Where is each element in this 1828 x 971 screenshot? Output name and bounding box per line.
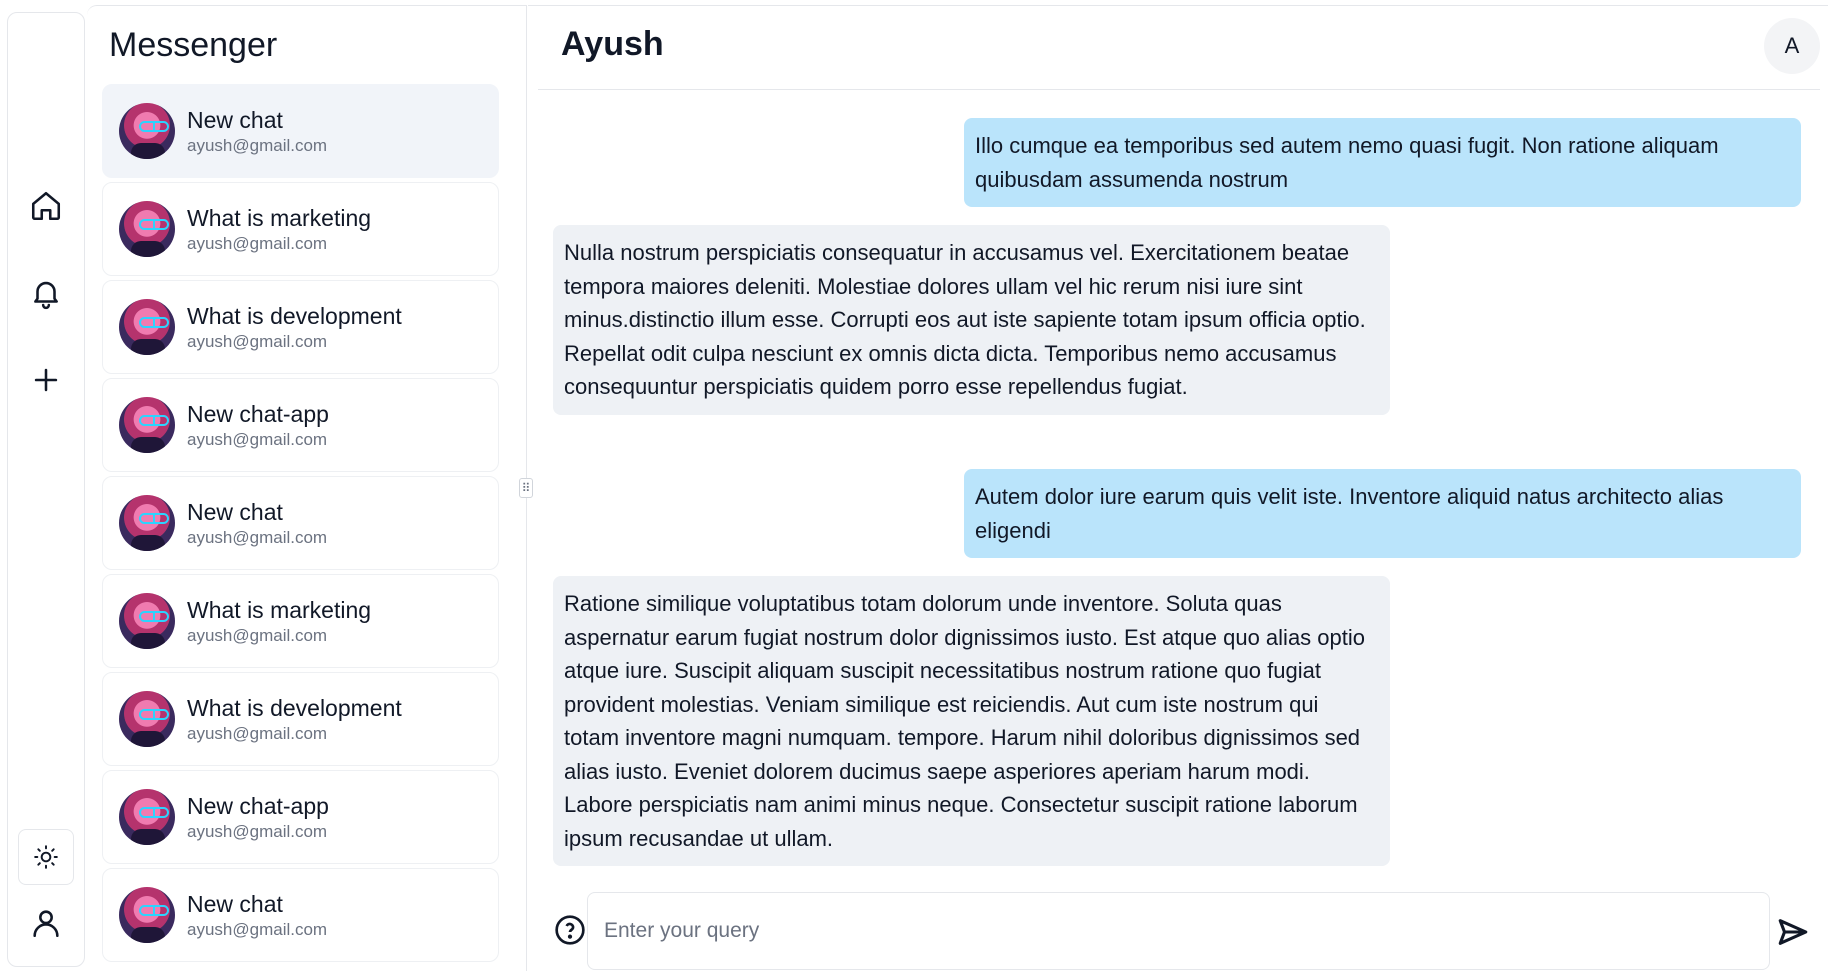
user-message: Illo cumque ea temporibus sed autem nemo… xyxy=(964,118,1801,207)
send-button[interactable] xyxy=(1773,912,1813,952)
home-button[interactable] xyxy=(21,181,71,231)
icon-rail xyxy=(7,12,85,967)
chat-email: ayush@gmail.com xyxy=(187,234,328,253)
query-input[interactable] xyxy=(587,892,1770,970)
chat-title: New chat xyxy=(187,891,283,917)
new-chat-button[interactable] xyxy=(21,355,71,405)
home-icon xyxy=(31,191,61,221)
avatar xyxy=(119,299,175,355)
chat-title: New chat-app xyxy=(187,793,329,819)
chat-email: ayush@gmail.com xyxy=(187,626,328,645)
avatar xyxy=(119,593,175,649)
chat-list-item[interactable]: New chat ayush@gmail.com xyxy=(102,476,499,570)
chat-email: ayush@gmail.com xyxy=(187,136,328,155)
chat-panel: Ayush A Illo cumque ea temporibus sed au… xyxy=(528,5,1828,971)
profile-button[interactable] xyxy=(21,898,71,948)
notifications-button[interactable] xyxy=(21,268,71,318)
avatar xyxy=(119,103,175,159)
chat-sidebar: Messenger New chat ayush@gmail.com What … xyxy=(87,5,527,971)
sidebar-title: Messenger xyxy=(109,26,278,64)
chat-list-item[interactable]: What is development ayush@gmail.com xyxy=(102,280,499,374)
chat-list-item[interactable]: What is marketing ayush@gmail.com xyxy=(102,182,499,276)
chat-list-item[interactable]: New chat-app ayush@gmail.com xyxy=(102,378,499,472)
user-icon xyxy=(33,910,59,938)
avatar xyxy=(119,691,175,747)
avatar xyxy=(119,201,175,257)
avatar xyxy=(119,495,175,551)
chat-list-item[interactable]: What is marketing ayush@gmail.com xyxy=(102,574,499,668)
chat-partner-name: Ayush xyxy=(561,25,664,63)
chat-email: ayush@gmail.com xyxy=(187,332,328,351)
avatar xyxy=(119,789,175,845)
chat-list-item[interactable]: What is development ayush@gmail.com xyxy=(102,672,499,766)
chat-list-item[interactable]: New chat-app ayush@gmail.com xyxy=(102,770,499,864)
chat-header: Ayush A xyxy=(538,6,1820,90)
chat-list-item[interactable]: New chat ayush@gmail.com xyxy=(102,84,499,178)
chat-title: New chat xyxy=(187,499,283,525)
sun-icon xyxy=(34,845,58,869)
messenger-app: Messenger New chat ayush@gmail.com What … xyxy=(0,0,1828,971)
chat-email: ayush@gmail.com xyxy=(187,920,328,939)
chat-email: ayush@gmail.com xyxy=(187,822,328,841)
chat-email: ayush@gmail.com xyxy=(187,528,328,547)
avatar xyxy=(119,887,175,943)
chat-title: What is development xyxy=(187,695,402,721)
theme-toggle-button[interactable] xyxy=(18,829,74,885)
assistant-message: Ratione similique voluptatibus totam dol… xyxy=(553,576,1390,866)
chat-title: What is development xyxy=(187,303,402,329)
chat-email: ayush@gmail.com xyxy=(187,430,328,449)
help-button[interactable] xyxy=(554,914,586,946)
chat-title: New chat-app xyxy=(187,401,329,427)
send-icon xyxy=(1778,919,1808,945)
bell-icon xyxy=(34,281,58,310)
avatar xyxy=(119,397,175,453)
user-message: Autem dolor iure earum quis velit iste. … xyxy=(964,469,1801,558)
plus-icon xyxy=(34,368,58,392)
chat-title: New chat xyxy=(187,107,283,133)
user-avatar[interactable]: A xyxy=(1764,18,1820,74)
help-icon xyxy=(555,915,585,945)
chat-title: What is marketing xyxy=(187,205,372,231)
chat-title: What is marketing xyxy=(187,597,372,623)
assistant-message: Nulla nostrum perspiciatis consequatur i… xyxy=(553,225,1390,415)
chat-email: ayush@gmail.com xyxy=(187,724,328,743)
chat-list-item[interactable]: New chat ayush@gmail.com xyxy=(102,868,499,962)
chat-list: New chat ayush@gmail.com What is marketi… xyxy=(102,84,499,966)
